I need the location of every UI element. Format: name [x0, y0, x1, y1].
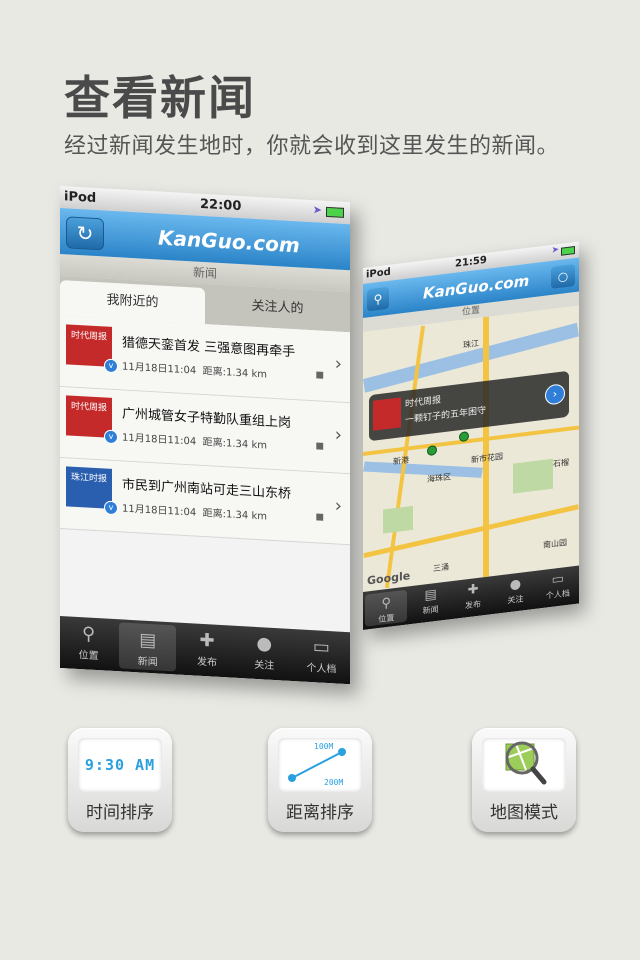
news-meta: 11月18日11:04 距离:1.34 km — [122, 357, 267, 380]
clock-label: 22:00 — [200, 196, 242, 215]
location-arrow-icon: ➤ — [551, 244, 559, 256]
tab-bar: ⚲ 位置 ▤ 新闻 ✚ 发布 ● 关注 ▭ 个人档 — [60, 616, 350, 685]
google-logo: Google — [367, 569, 411, 588]
feature-label: 时间排序 — [86, 803, 154, 823]
newspaper-icon: ▤ — [139, 629, 157, 652]
search-icon: ○ — [557, 268, 569, 285]
verified-icon: v — [104, 429, 118, 445]
map-label: 石榴 — [553, 457, 569, 469]
verified-icon: v — [104, 358, 118, 374]
clock-icon: 9:30 AM — [78, 738, 162, 792]
map-label: 南山园 — [543, 537, 567, 550]
camera-icon: ■ — [315, 512, 324, 523]
news-headline: 市民到广州南站可走三山东桥 — [122, 477, 292, 502]
tabbar-item-news[interactable]: ▤ 新闻 — [409, 581, 451, 624]
id-card-icon: ▭ — [312, 636, 330, 659]
feature-label: 距离排序 — [286, 803, 354, 823]
map-mode-button[interactable]: 地图模式 — [472, 728, 576, 832]
news-meta: 11月18日11:04 距离:1.34 km — [122, 499, 267, 522]
phone-news-list: iPod 22:00 ➤ ↻ KanGuo.com 新闻 我附近的 关注人的 时… — [60, 186, 350, 685]
tabbar-item-follow[interactable]: ● 关注 — [494, 571, 536, 614]
clock-label: 21:59 — [455, 254, 487, 270]
news-distance: 距离:1.34 km — [202, 436, 267, 452]
map-magnifier-icon — [482, 738, 566, 792]
tabbar-item-publish[interactable]: ✚ 发布 — [178, 623, 235, 678]
phone-map-view: iPod 21:59 ➤ ⚲ KanGuo.com ○ 位置 珠江 新港 海珠区… — [363, 241, 579, 631]
chevron-right-icon: › — [334, 424, 342, 446]
hero-subtitle: 经过新闻发生地时，你就会收到这里发生的新闻。 — [64, 134, 560, 159]
news-time: 11月18日11:04 — [122, 432, 197, 448]
tabbar-label: 关注 — [507, 594, 524, 606]
news-list-item[interactable]: 珠江时报 v 市民到广州南站可走三山东桥 11月18日11:04 距离:1.34… — [60, 458, 350, 546]
hero-title: 查看新闻 — [64, 71, 256, 125]
carrier-label: iPod — [64, 189, 97, 207]
kanguo-logo: KanGuo.com — [423, 271, 530, 303]
location-arrow-icon: ➤ — [312, 203, 322, 217]
tabbar-label: 个人档 — [306, 662, 337, 676]
tabbar-label: 关注 — [254, 659, 275, 672]
tabbar-label: 发布 — [197, 656, 217, 669]
news-headline: 广州城管女子特勤队重组上岗 — [122, 406, 292, 431]
search-button[interactable]: ○ — [551, 263, 575, 289]
river-shape — [363, 461, 483, 478]
verified-icon: v — [104, 500, 118, 516]
callout-thumbnail — [373, 397, 401, 431]
tabbar-item-follow[interactable]: ● 关注 — [236, 626, 293, 681]
distance-label-near: 100M — [314, 742, 334, 751]
distance-label-far: 200M — [324, 778, 344, 787]
chevron-right-icon: › — [334, 353, 342, 375]
camera-icon: ■ — [315, 441, 324, 452]
feature-label: 地图模式 — [490, 803, 558, 823]
road-shape — [483, 316, 489, 578]
battery-icon — [561, 245, 575, 256]
battery-icon — [326, 206, 344, 218]
tabbar-item-location[interactable]: ⚲ 位置 — [60, 616, 117, 671]
park-shape — [513, 458, 553, 494]
pin-icon: ⚲ — [82, 623, 96, 645]
pin-icon: ⚲ — [373, 291, 383, 307]
news-time: 11月18日11:04 — [122, 503, 197, 519]
map-label: 珠江 — [463, 338, 479, 350]
carrier-label: iPod — [366, 266, 391, 281]
camera-icon: ■ — [315, 370, 324, 381]
tabbar-item-profile[interactable]: ▭ 个人档 — [293, 629, 350, 684]
news-meta: 11月18日11:04 距离:1.34 km — [122, 428, 267, 451]
time-sort-button[interactable]: 9:30 AM 时间排序 — [68, 728, 172, 832]
tabbar-item-profile[interactable]: ▭ 个人档 — [537, 565, 579, 608]
chevron-right-icon: › — [334, 495, 342, 517]
tabbar-item-location[interactable]: ⚲ 位置 — [365, 589, 408, 627]
tabbar-item-publish[interactable]: ✚ 发布 — [452, 576, 494, 619]
callout-source: 时代周报 — [405, 395, 442, 410]
speech-plus-icon: ✚ — [199, 629, 215, 652]
tabbar-label: 新闻 — [137, 656, 158, 669]
map-label: 新市花园 — [471, 451, 503, 465]
tabbar-label: 位置 — [78, 650, 99, 663]
park-shape — [383, 505, 413, 534]
map-label: 海珠区 — [427, 472, 451, 485]
disclosure-arrow-icon[interactable]: › — [545, 383, 565, 406]
map-label: 新港 — [393, 455, 409, 467]
person-icon: ● — [256, 632, 273, 655]
distance-sort-button[interactable]: 100M 200M 距离排序 — [268, 728, 372, 832]
refresh-icon: ↻ — [76, 220, 94, 246]
distance-icon: 100M 200M — [278, 738, 362, 792]
magnifier-icon — [505, 741, 547, 785]
locate-button[interactable]: ⚲ — [367, 286, 389, 312]
map-view[interactable]: 珠江 新港 海珠区 石榴 南山园 三涌 新市花园 时代周报 一颗钉子的五年困守 … — [363, 305, 579, 592]
tabbar-item-news[interactable]: ▤ 新闻 — [119, 622, 177, 672]
refresh-button[interactable]: ↻ — [66, 216, 104, 251]
news-headline: 猎德天銮首发 三强意图再牵手 — [122, 335, 296, 361]
map-label: 三涌 — [433, 562, 449, 574]
news-distance: 距离:1.34 km — [202, 365, 267, 381]
map-pin-icon[interactable] — [427, 444, 437, 457]
news-time: 11月18日11:04 — [122, 361, 197, 377]
kanguo-logo: KanGuo.com — [158, 225, 300, 258]
news-distance: 距离:1.34 km — [202, 507, 267, 523]
